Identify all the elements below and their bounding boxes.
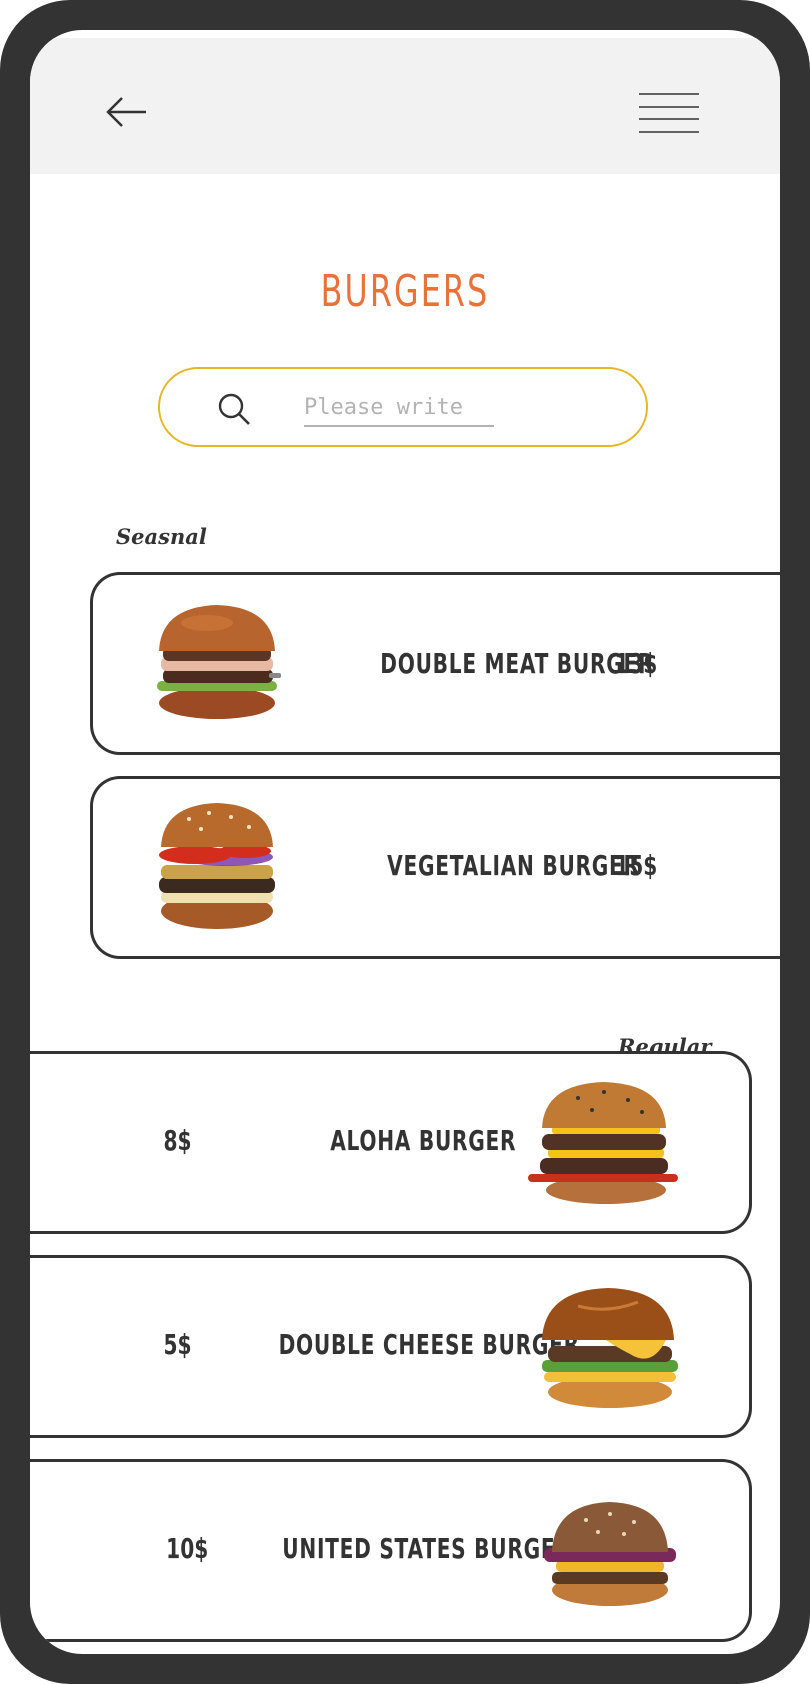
arrow-left-icon[interactable] [104,94,148,130]
item-price: 8$ [163,1124,192,1157]
item-price: 5$ [163,1328,192,1361]
hamburger-menu-icon[interactable] [638,92,700,134]
device-frame: BURGERS Seasnal DOUBLE MEAT BURGER 1 [0,0,810,1684]
menu-item-card[interactable]: 5$ DOUBLE CHEESE BURGER [30,1255,752,1438]
burger-image [157,605,281,719]
menu-item-card[interactable]: 10$ UNITED STATES BURGER [30,1459,752,1642]
menu-item-card[interactable]: 8$ ALOHA BURGER [30,1051,752,1234]
burger-image [159,803,275,929]
menu-item-card[interactable]: VEGETALIAN BURGER 15$ [90,776,780,959]
section-label-seasonal: Seasnal [116,524,207,549]
page-title: BURGERS [320,266,490,317]
burger-image [542,1288,678,1408]
item-price: 10$ [166,1532,209,1565]
search-bar[interactable] [158,367,648,447]
burger-image [528,1082,678,1204]
menu-item-card[interactable]: DOUBLE MEAT BURGER 13$ [90,572,780,755]
burger-image [544,1502,676,1606]
item-price: 13$ [615,647,658,680]
item-name: UNITED STATES BURGER [282,1532,572,1565]
search-icon [218,393,250,425]
item-name: VEGETALIAN BURGER [387,849,640,882]
search-input[interactable] [304,389,494,427]
item-name: ALOHA BURGER [330,1124,517,1157]
app-screen: BURGERS Seasnal DOUBLE MEAT BURGER 1 [30,30,780,1654]
top-bar [30,38,780,174]
item-name: DOUBLE MEAT BURGER [380,647,655,680]
item-price: 15$ [615,849,658,882]
